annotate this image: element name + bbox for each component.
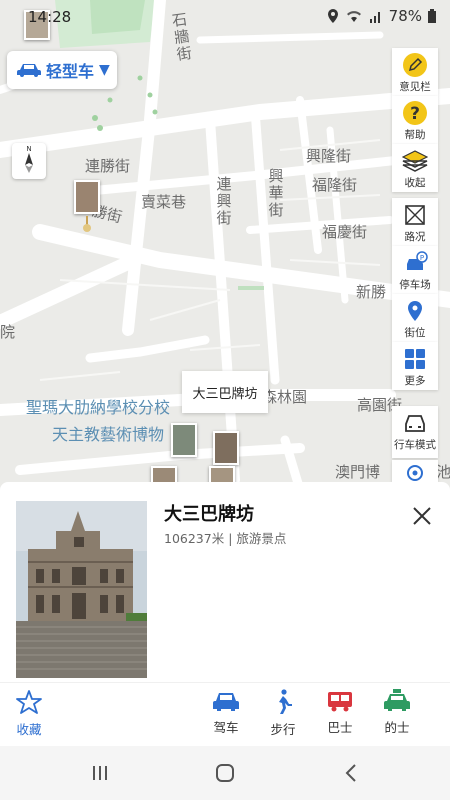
- vehicle-type-label: 轻型车: [46, 62, 95, 81]
- street-label: 興華街: [268, 167, 284, 219]
- walk-label: 步行: [270, 722, 296, 737]
- layers-icon: [402, 150, 428, 172]
- status-time: 14:28: [28, 8, 72, 26]
- drive-mode-button[interactable]: 行车模式: [392, 406, 438, 458]
- feedback-label: 意见栏: [399, 81, 431, 93]
- wifi-icon: [346, 11, 361, 22]
- feedback-button[interactable]: 意见栏: [392, 48, 438, 96]
- place-title: 大三巴牌坊: [164, 504, 254, 525]
- street-label: 澳門博: [335, 463, 381, 481]
- bus-icon: [328, 692, 352, 712]
- poi-marker[interactable]: [171, 423, 197, 457]
- place-photo-image: [16, 501, 147, 678]
- car-icon: [17, 64, 41, 77]
- drive-mode-label: 行车模式: [394, 439, 436, 451]
- parking-icon: P: [407, 251, 428, 270]
- pin-icon: [408, 301, 422, 321]
- locate-icon: [407, 465, 423, 481]
- traffic-label: 路况: [404, 231, 426, 243]
- place-label: 天主教藝術博物: [52, 425, 165, 444]
- bus-label: 巴士: [327, 720, 353, 735]
- help-icon: ?: [403, 101, 427, 125]
- help-button[interactable]: ? 帮助: [392, 96, 438, 144]
- battery-icon: [428, 9, 436, 23]
- home-icon[interactable]: [205, 758, 245, 788]
- street-label: 福隆街: [312, 176, 358, 194]
- map-view[interactable]: 連勝街 勝街 賣菜巷 連興街 興華街 興隆街 福隆街 福慶街 石牆街 新勝 院 …: [0, 0, 450, 490]
- taxi-icon: [384, 689, 410, 711]
- star-icon: [16, 690, 42, 714]
- collapse-label: 收起: [404, 177, 426, 189]
- street-view-label: 街位: [404, 327, 426, 339]
- chevron-down-icon: ▼: [99, 62, 110, 78]
- taxi-label: 的士: [384, 720, 410, 735]
- place-card: 大三巴牌坊 106237米 | 旅游景点: [0, 482, 450, 682]
- street-label: 森林園: [262, 388, 308, 406]
- back-icon[interactable]: [332, 758, 372, 788]
- location-icon: [327, 9, 338, 23]
- poi-marker[interactable]: [74, 180, 100, 214]
- parking-label: 停车场: [399, 279, 431, 291]
- compass-icon: [25, 153, 33, 173]
- parking-button[interactable]: P 停车场: [392, 246, 438, 294]
- status-bar: 14:28 78%: [0, 0, 450, 34]
- close-icon[interactable]: [408, 502, 436, 530]
- battery-percent: 78%: [388, 7, 422, 25]
- place-subtitle: 106237米 | 旅游景点: [164, 531, 287, 546]
- signal-icon: [369, 12, 380, 23]
- map-app: 連勝街 勝街 賣菜巷 連興街 興華街 興隆街 福隆街 福慶街 石牆街 新勝 院 …: [0, 0, 450, 800]
- favorite-label: 收藏: [16, 722, 42, 737]
- more-button[interactable]: 更多: [392, 342, 438, 390]
- poi-callout[interactable]: 大三巴牌坊: [182, 371, 268, 413]
- poi-marker-selected[interactable]: [213, 431, 239, 465]
- bus-button[interactable]: 巴士: [315, 689, 365, 736]
- street-label: 池: [436, 463, 450, 481]
- street-view-button[interactable]: 街位: [392, 294, 438, 342]
- drive-button[interactable]: 驾车: [201, 689, 251, 736]
- place-photo[interactable]: [16, 501, 147, 678]
- drive-label: 驾车: [213, 720, 239, 735]
- street-label: 福慶街: [322, 223, 368, 241]
- walk-icon: [279, 689, 292, 714]
- place-label: 聖瑪大肋納學校分校: [26, 398, 171, 417]
- svg-text:P: P: [420, 254, 424, 262]
- taxi-button[interactable]: 的士: [372, 689, 422, 736]
- car-front-icon: [405, 415, 425, 432]
- locate-button[interactable]: [392, 460, 438, 482]
- collapse-button[interactable]: 收起: [392, 144, 438, 192]
- street-label: 興隆街: [306, 147, 352, 165]
- street-label: 連興街: [216, 175, 232, 227]
- svg-text:?: ?: [410, 104, 420, 124]
- feedback-icon: [403, 53, 427, 77]
- help-label: 帮助: [404, 129, 426, 141]
- recent-apps-icon[interactable]: [80, 758, 120, 788]
- street-label: 連勝街: [85, 157, 131, 175]
- traffic-button[interactable]: 路况: [392, 198, 438, 246]
- grid-icon: [405, 349, 425, 369]
- action-bar: 收藏 驾车 步行 巴士 的士: [0, 682, 450, 746]
- more-label: 更多: [404, 375, 426, 387]
- poi-marker-dot: [83, 224, 91, 232]
- traffic-icon: [405, 205, 425, 225]
- walk-button[interactable]: 步行: [258, 689, 308, 738]
- compass-button[interactable]: N: [12, 143, 46, 179]
- system-nav-bar: [0, 746, 450, 800]
- street-label: 賣菜巷: [141, 193, 187, 211]
- vehicle-type-selector[interactable]: 轻型车 ▼: [7, 51, 117, 89]
- street-label: 院: [0, 323, 16, 341]
- car-icon: [213, 693, 239, 711]
- favorite-button[interactable]: 收藏: [4, 689, 54, 738]
- street-label: 新勝: [356, 283, 387, 301]
